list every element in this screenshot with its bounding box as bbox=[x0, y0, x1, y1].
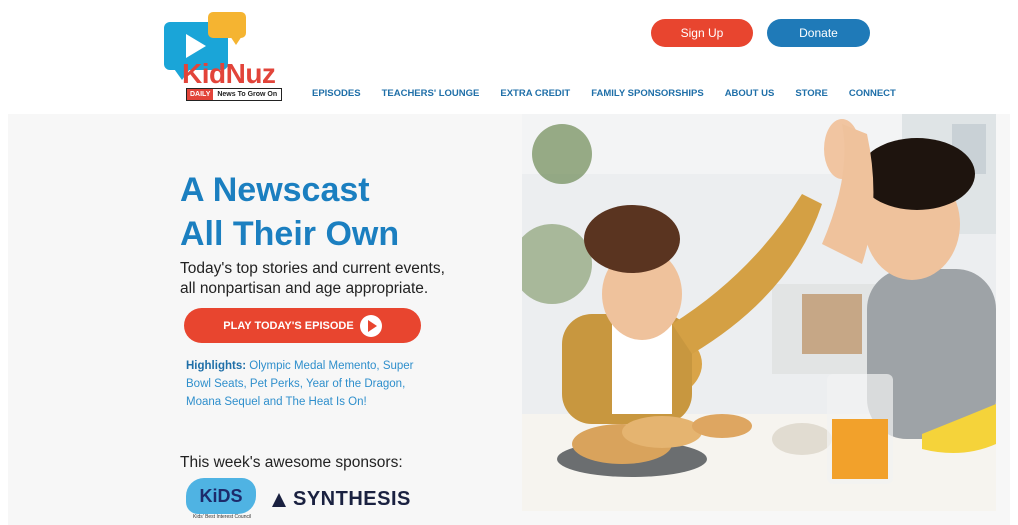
logo-tag-daily: DAILY bbox=[187, 89, 214, 100]
logo-tag-text: News To Grow On bbox=[217, 91, 278, 98]
logo-wordmark: KidNuz bbox=[182, 58, 276, 89]
sign-up-button[interactable]: Sign Up bbox=[651, 19, 753, 47]
speech-bubble-small-icon bbox=[208, 12, 246, 38]
nav-connect[interactable]: CONNECT bbox=[849, 88, 896, 99]
subtext-line-2: all nonpartisan and age appropriate. bbox=[180, 280, 429, 297]
synthesis-mark-icon bbox=[272, 492, 286, 507]
nav-episodes[interactable]: EPISODES bbox=[312, 88, 361, 99]
kids-logo-text: KiDS bbox=[199, 485, 243, 506]
nav-teachers-lounge[interactable]: TEACHERS' LOUNGE bbox=[382, 88, 480, 99]
kids-high-five-illustration bbox=[522, 114, 996, 511]
hero-subtext: Today's top stories and current events, … bbox=[180, 259, 510, 299]
kids-sponsor-logo[interactable]: KiDS bbox=[186, 478, 256, 514]
play-todays-episode-button[interactable]: PLAY TODAY'S EPISODE bbox=[184, 308, 421, 343]
play-icon bbox=[186, 34, 206, 58]
headline-line-2: All Their Own bbox=[180, 215, 400, 253]
nav-extra-credit[interactable]: EXTRA CREDIT bbox=[500, 88, 570, 99]
play-button-label: PLAY TODAY'S EPISODE bbox=[223, 319, 354, 332]
logo-tagline: DAILY News To Grow On bbox=[186, 88, 283, 101]
hero-headline: A Newscast All Their Own bbox=[180, 168, 399, 256]
nav-family-sponsorships[interactable]: FAMILY SPONSORSHIPS bbox=[591, 88, 703, 99]
highlights-label: Highlights: bbox=[186, 360, 247, 372]
kidnuz-logo[interactable]: KidNuz DAILY News To Grow On bbox=[164, 10, 298, 102]
nav-about-us[interactable]: ABOUT US bbox=[725, 88, 775, 99]
play-circle-icon bbox=[359, 314, 382, 337]
sponsors-title: This week's awesome sponsors: bbox=[180, 454, 403, 471]
synthesis-logo-text: SYNTHESIS bbox=[293, 488, 411, 510]
donate-button[interactable]: Donate bbox=[767, 19, 870, 47]
subtext-line-1: Today's top stories and current events, bbox=[180, 260, 445, 277]
main-nav: EPISODES TEACHERS' LOUNGE EXTRA CREDIT F… bbox=[312, 88, 917, 99]
speech-bubble-small-tail bbox=[230, 36, 242, 45]
synthesis-sponsor-logo[interactable]: SYNTHESIS bbox=[272, 488, 411, 511]
hero-photo bbox=[522, 114, 996, 511]
kids-logo-tagline: Kids' Best Interest Council bbox=[193, 514, 252, 520]
headline-line-1: A Newscast bbox=[180, 171, 370, 209]
episode-highlights: Highlights: Olympic Medal Memento, Super… bbox=[186, 357, 421, 411]
nav-store[interactable]: STORE bbox=[795, 88, 828, 99]
